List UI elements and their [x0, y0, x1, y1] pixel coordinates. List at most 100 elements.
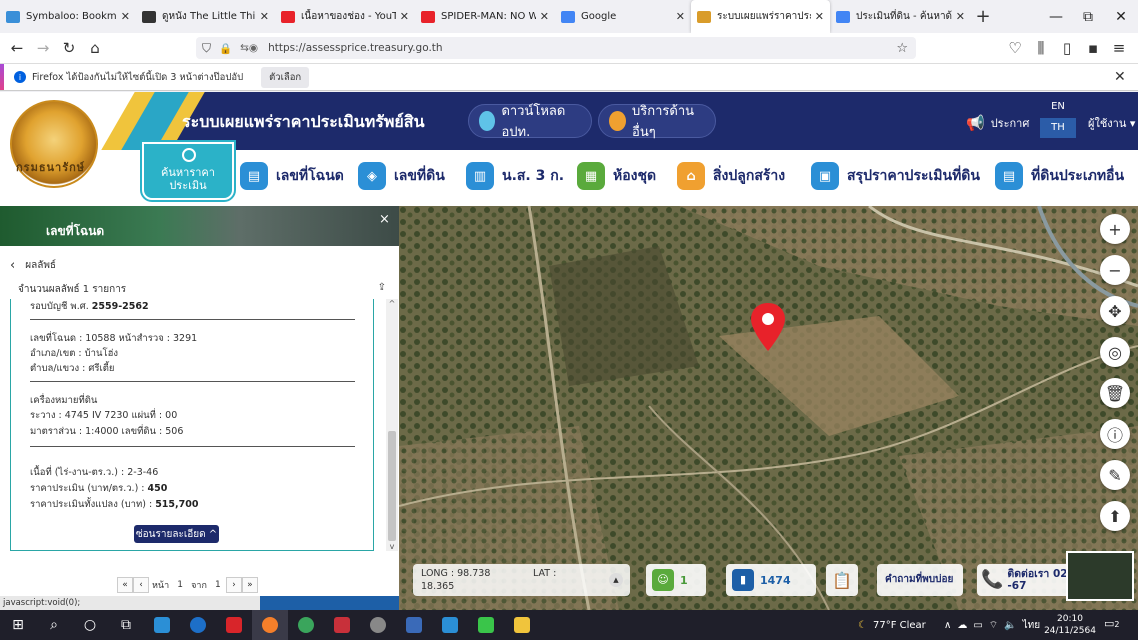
sidebar-icon[interactable]: ▯	[1054, 35, 1080, 61]
prev-page-button[interactable]: ‹	[133, 577, 149, 593]
first-page-button[interactable]: «	[117, 577, 133, 593]
restore-button[interactable]: ⧉	[1071, 0, 1105, 33]
edge-icon[interactable]	[180, 610, 216, 640]
home-icon[interactable]: ⌂	[82, 35, 108, 61]
acrobat-icon[interactable]	[216, 610, 252, 640]
cortana-icon[interactable]: ○	[72, 610, 108, 640]
menu-icon[interactable]: ≡	[1106, 35, 1132, 61]
network-icon[interactable]: ⌔	[989, 619, 998, 632]
tab-close-icon[interactable]: ✕	[676, 10, 685, 23]
browser-tab[interactable]: SPIDER-MAN: NO WAY H ✕	[415, 0, 555, 33]
chrome-icon[interactable]	[288, 610, 324, 640]
explorer-icon[interactable]	[504, 610, 540, 640]
zoom-in-button[interactable]: +	[1100, 214, 1130, 244]
tab-close-icon[interactable]: ✕	[121, 10, 130, 23]
user-menu[interactable]: ผู้ใช้งาน ▾	[1088, 114, 1135, 132]
tab-close-icon[interactable]: ✕	[260, 10, 269, 23]
firefox-icon[interactable]	[252, 610, 288, 640]
zoom-icon[interactable]	[432, 610, 468, 640]
pocket-icon[interactable]: ♡	[1002, 35, 1028, 61]
weather-widget[interactable]: ☾ 77°F Clear	[858, 610, 926, 640]
onedrive-icon[interactable]: ☁	[957, 620, 967, 631]
pan-button[interactable]: ✥	[1100, 296, 1130, 326]
scrollbar-thumb[interactable]	[388, 431, 396, 541]
category-1[interactable]: ▤ เลขที่โฉนด	[240, 162, 344, 190]
back-icon[interactable]: ←	[4, 35, 30, 61]
url-text[interactable]: https://assessprice.treasury.go.th	[268, 42, 443, 54]
calculator-icon[interactable]	[396, 610, 432, 640]
browser-tab[interactable]: Google ✕	[555, 0, 691, 33]
delete-button[interactable]: 🗑	[1100, 378, 1130, 408]
settings-icon[interactable]	[360, 610, 396, 640]
tab-close-icon[interactable]: ✕	[400, 10, 409, 23]
lang-th[interactable]: TH	[1040, 118, 1076, 138]
hide-details-button[interactable]: ซ่อนรายละเอียด ^	[134, 525, 219, 543]
app-icon[interactable]	[324, 610, 360, 640]
tab-close-icon[interactable]: ✕	[815, 10, 824, 23]
locate-button[interactable]: ◎	[1100, 337, 1130, 367]
windows-taskbar: ⊞ ⌕ ○ ⧉ ☾ 77°F Clear ∧ ☁ ▭ ⌔ 🔈 ไทย 20:10…	[0, 610, 1138, 640]
permissions-icon[interactable]: ⇆◉	[240, 42, 258, 54]
measure-button[interactable]: ✎	[1100, 460, 1130, 490]
back-arrow-icon[interactable]: ‹	[10, 258, 15, 273]
page-input[interactable]: 1	[172, 577, 188, 593]
line-icon[interactable]	[468, 610, 504, 640]
tray-chevron-icon[interactable]: ∧	[944, 620, 951, 631]
share-icon[interactable]: ⇪	[378, 282, 386, 293]
category-2[interactable]: ◈ เลขที่ดิน	[358, 162, 445, 190]
download-button[interactable]: ดาวน์โหลด อปท.	[468, 104, 592, 140]
browser-tab[interactable]: Symbaloo: Bookmarks & ✕	[0, 0, 136, 33]
extension-icon[interactable]: ▪	[1080, 35, 1106, 61]
volume-icon[interactable]: 🔈	[1004, 620, 1016, 631]
url-bar[interactable]: ⛉ 🔒 ⇆◉ https://assessprice.treasury.go.t…	[196, 37, 916, 59]
language-indicator[interactable]: ไทย	[1023, 618, 1040, 633]
photos-icon[interactable]	[144, 610, 180, 640]
task-view-icon[interactable]: ⧉	[108, 610, 144, 640]
search-taskbar-icon[interactable]: ⌕	[36, 610, 72, 640]
category-7[interactable]: ▤ ที่ดินประเภทอื่น	[995, 162, 1124, 190]
browser-tab[interactable]: เนื้อหาของช่อง - YouTube ✕	[275, 0, 415, 33]
clock[interactable]: 20:10 24/11/2564	[1044, 613, 1096, 637]
category-3[interactable]: ▥ น.ส. 3 ก.	[466, 162, 564, 190]
coord-toggle-icon[interactable]: ▲	[609, 573, 623, 587]
start-icon[interactable]: ⊞	[0, 610, 36, 640]
bookmark-star-icon[interactable]: ☆	[896, 41, 908, 56]
checklist-button[interactable]: 📋	[826, 564, 858, 596]
forward-icon[interactable]: →	[30, 35, 56, 61]
info-button[interactable]: ⓘ	[1100, 419, 1130, 449]
faq-button[interactable]: คำถามที่พบบ่อย	[877, 564, 963, 596]
compass-button[interactable]: ⬆	[1100, 501, 1130, 531]
category-6[interactable]: ▣ สรุปราคาประเมินที่ดิน	[811, 162, 980, 190]
category-4[interactable]: ▦ ห้องชุด	[577, 162, 656, 190]
satellite-map[interactable]: + − ✥ ◎ 🗑 ⓘ ✎ ⬆ LONG : 98.738 LAT : 18.3…	[399, 206, 1138, 610]
other-services-button[interactable]: บริการด้านอื่นๆ	[598, 104, 716, 140]
next-page-button[interactable]: ›	[225, 577, 242, 593]
tab-close-icon[interactable]: ✕	[956, 10, 965, 23]
search-price-badge[interactable]: ค้นหาราคาประเมิน	[142, 142, 234, 200]
zoom-out-button[interactable]: −	[1100, 255, 1130, 285]
browser-tab[interactable]: ประเมินที่ดิน - ค้นหาด้วย G ✕	[830, 0, 971, 33]
announce-button[interactable]: 📢 ประกาศ	[966, 114, 1029, 132]
close-panel-button[interactable]: ×	[379, 212, 390, 227]
clock-date: 24/11/2564	[1044, 626, 1096, 636]
tab-close-icon[interactable]: ✕	[540, 10, 549, 23]
category-5[interactable]: ⌂ สิ่งปลูกสร้าง	[677, 162, 785, 190]
location-pin-icon[interactable]	[749, 301, 787, 353]
close-notification-icon[interactable]: ✕	[1114, 69, 1126, 85]
minimize-button[interactable]: —	[1039, 0, 1073, 33]
library-icon[interactable]: ⫼	[1028, 35, 1054, 61]
options-button[interactable]: ตัวเลือก	[261, 66, 310, 88]
last-page-button[interactable]: »	[241, 577, 258, 593]
lang-en[interactable]: EN	[1040, 96, 1076, 118]
minimap[interactable]	[1066, 551, 1134, 601]
browser-tab[interactable]: ระบบเผยแพร่ราคาประเมิน ✕	[691, 0, 830, 33]
reload-icon[interactable]: ↻	[56, 35, 82, 61]
new-tab-button[interactable]: +	[971, 6, 995, 27]
services-label: บริการด้านอื่นๆ	[632, 104, 695, 140]
battery-icon[interactable]: ▭	[973, 620, 982, 631]
category-label: สรุปราคาประเมินที่ดิน	[847, 168, 980, 184]
browser-tab[interactable]: ดูหนัง The Little Things (2 ✕	[136, 0, 275, 33]
close-window-button[interactable]: ✕	[1104, 0, 1138, 33]
site-title[interactable]: ระบบเผยแพร่ราคาประเมินทรัพย์สิน	[182, 110, 425, 135]
notification-center-icon[interactable]: ▭2	[1104, 617, 1120, 630]
